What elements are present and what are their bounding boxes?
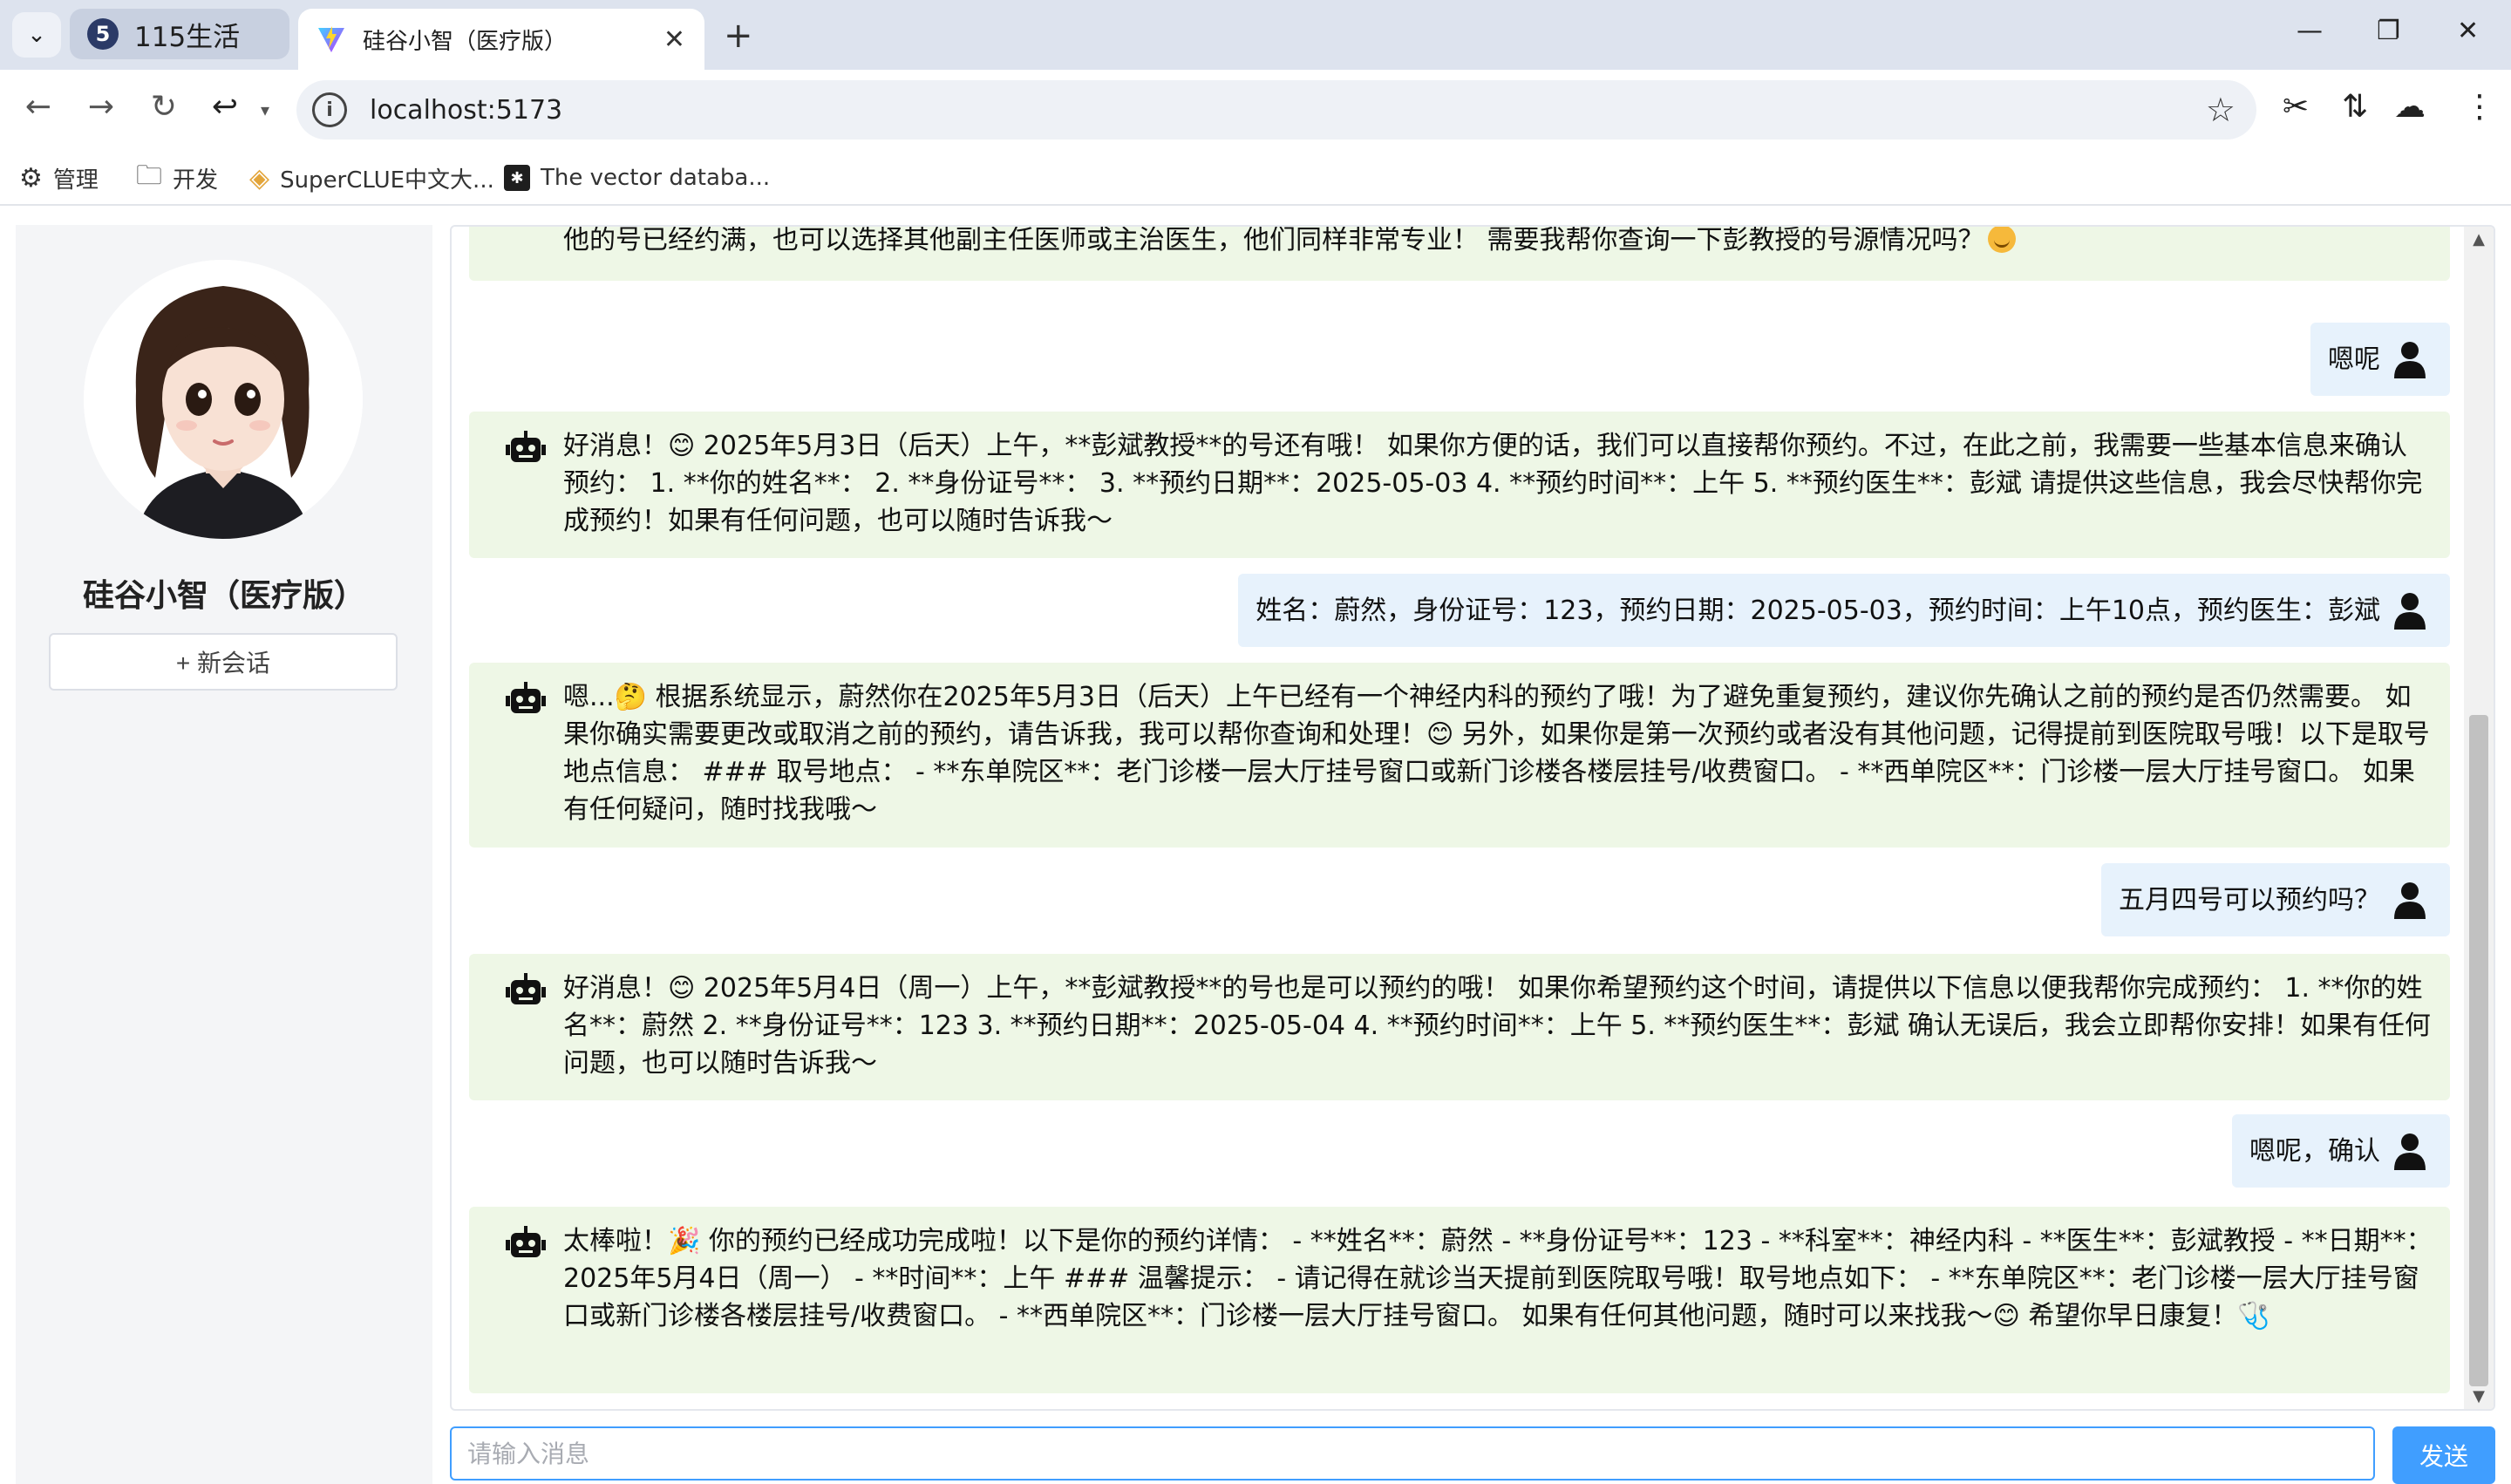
tab-115[interactable]: 5 115生活 (70, 9, 289, 59)
extension-icon[interactable]: ⇅ (2342, 89, 2368, 125)
bookmark-label: SuperCLUE中文大... (280, 167, 494, 194)
vite-logo-icon (316, 24, 347, 55)
site-info-icon[interactable]: i (312, 92, 347, 127)
close-window-icon[interactable]: ✕ (2457, 16, 2479, 46)
cloud-icon[interactable]: ☁ (2394, 89, 2426, 125)
more-menu-icon[interactable]: ⋮ (2464, 89, 2495, 125)
bot-message: 好消息！😊 2025年5月4日（周一）上午，**彭斌教授**的号也是可以预约的哦… (469, 954, 2450, 1100)
user-message: 五月四号可以预约吗？ (2101, 863, 2450, 936)
message-input[interactable] (450, 1426, 2375, 1481)
app-page: 硅谷小智（医疗版） + 新会话 他的号已经约满，也可以选择其他副主任医师或主治医… (0, 208, 2511, 1484)
scrollbar-thumb[interactable] (2469, 715, 2488, 1386)
bookmark-dev-folder[interactable]: 🗀 开发 (136, 159, 218, 197)
bookmark-superclue[interactable]: ◈ SuperCLUE中文大... (249, 159, 494, 197)
message-text: 姓名：蔚然，身份证号：123，预约日期：2025-05-03，预约时间：上午10… (1256, 595, 2380, 626)
user-icon (2394, 342, 2426, 378)
bookmark-label: 管理 (52, 167, 99, 194)
forward-icon[interactable]: → (80, 89, 122, 125)
sidebar: 硅谷小智（医疗版） + 新会话 (16, 225, 432, 1484)
restore-icon[interactable]: ❐ (2377, 16, 2400, 46)
chevron-down-icon: ⌄ (27, 22, 46, 48)
reload-icon[interactable]: ↻ (143, 89, 185, 125)
message-text: 五月四号可以预约吗？ (2119, 884, 2380, 916)
115-logo-icon: 5 (87, 18, 119, 50)
undo-dropdown-icon[interactable]: ▾ (244, 99, 286, 120)
browser-toolbar: ← → ↻ ↩ ▾ i localhost:5173 ☆ ✂ ⇅ 1 ☁ ⋮ (0, 70, 2511, 173)
user-message: 姓名：蔚然，身份证号：123，预约日期：2025-05-03，预约时间：上午10… (1238, 574, 2450, 647)
bookmark-manage[interactable]: ⚙ 管理 (19, 159, 99, 197)
message-text: 好消息！😊 2025年5月3日（后天）上午，**彭斌教授**的号还有哦！ 如果你… (563, 431, 2423, 536)
message-text: 嗯呢，确认 (2249, 1135, 2380, 1167)
message-text: 太棒啦！🎉 你的预约已经成功完成啦！以下是你的预约详情： - **姓名**：蔚然… (563, 1226, 2433, 1331)
robot-icon (506, 1226, 546, 1257)
message-text: 嗯呢 (2328, 344, 2380, 375)
smile-emoji-icon (1987, 227, 2016, 253)
address-bar[interactable]: i localhost:5173 ☆ (296, 80, 2256, 140)
tab-search-button[interactable]: ⌄ (12, 12, 61, 58)
bot-message: 他的号已经约满，也可以选择其他副主任医师或主治医生，他们同样非常专业！ 需要我帮… (469, 225, 2450, 281)
robot-icon (506, 682, 546, 713)
input-row: 发送 (450, 1426, 2495, 1484)
close-tab-icon[interactable]: ✕ (663, 24, 685, 55)
back-icon[interactable]: ← (17, 89, 59, 125)
robot-icon (506, 973, 546, 1004)
superclue-icon: ◈ (249, 162, 270, 194)
tab-label: 115生活 (134, 21, 241, 53)
avatar (84, 260, 363, 539)
new-chat-button[interactable]: + 新会话 (49, 633, 398, 691)
bookmarks-bar: ⚙ 管理 🗀 开发 ◈ SuperCLUE中文大... ✱ The vector… (0, 150, 2511, 206)
chat-panel: 他的号已经约满，也可以选择其他副主任医师或主治医生，他们同样非常专业！ 需要我帮… (450, 225, 2495, 1411)
scissors-extension-icon[interactable]: ✂ (2283, 89, 2309, 125)
bot-message: 太棒啦！🎉 你的预约已经成功完成啦！以下是你的预约详情： - **姓名**：蔚然… (469, 1207, 2450, 1393)
user-message: 嗯呢 (2310, 323, 2450, 396)
message-text: 好消息！😊 2025年5月4日（周一）上午，**彭斌教授**的号也是可以预约的哦… (563, 973, 2431, 1079)
tab-label: 硅谷小智（医疗版） (363, 28, 568, 55)
user-message: 嗯呢，确认 (2232, 1114, 2450, 1188)
bot-message: 嗯...🤔 根据系统显示，蔚然你在2025年5月3日（后天）上午已经有一个神经内… (469, 663, 2450, 848)
message-list: 他的号已经约满，也可以选择其他副主任医师或主治医生，他们同样非常专业！ 需要我帮… (469, 227, 2464, 1409)
user-icon (2394, 593, 2426, 630)
bookmark-vector-db[interactable]: ✱ The vector databa... (504, 159, 770, 197)
bookmark-label: 开发 (173, 167, 219, 194)
tab-active[interactable]: 硅谷小智（医疗版） ✕ (298, 9, 704, 70)
minimize-icon[interactable]: — (2297, 16, 2323, 46)
bot-message: 好消息！😊 2025年5月3日（后天）上午，**彭斌教授**的号还有哦！ 如果你… (469, 412, 2450, 558)
send-button[interactable]: 发送 (2392, 1426, 2495, 1484)
user-icon (2394, 1133, 2426, 1170)
user-icon (2394, 882, 2426, 919)
sidebar-title: 硅谷小智（医疗版） (82, 578, 365, 614)
folder-icon: 🗀 (136, 160, 162, 191)
bookmark-label: The vector databa... (541, 165, 771, 191)
scroll-down-icon[interactable]: ▼ (2469, 1387, 2488, 1406)
vector-db-icon: ✱ (504, 165, 530, 191)
new-tab-button[interactable]: + (724, 16, 753, 56)
message-text: 嗯...🤔 根据系统显示，蔚然你在2025年5月3日（后天）上午已经有一个神经内… (563, 682, 2430, 825)
url-text: localhost:5173 (370, 94, 563, 126)
browser-tab-bar: ⌄ 5 115生活 硅谷小智（医疗版） ✕ + — ❐ ✕ (0, 0, 2511, 70)
undo-icon[interactable]: ↩ (204, 89, 246, 125)
chat-scrollbar[interactable]: ▲ ▼ (2464, 227, 2494, 1409)
bookmark-star-icon[interactable]: ☆ (2206, 91, 2235, 129)
robot-icon (506, 431, 546, 462)
scroll-up-icon[interactable]: ▲ (2469, 230, 2488, 248)
gear-icon: ⚙ (19, 162, 43, 194)
message-text: 他的号已经约满，也可以选择其他副主任医师或主治医生，他们同样非常专业！ 需要我帮… (563, 225, 1984, 255)
